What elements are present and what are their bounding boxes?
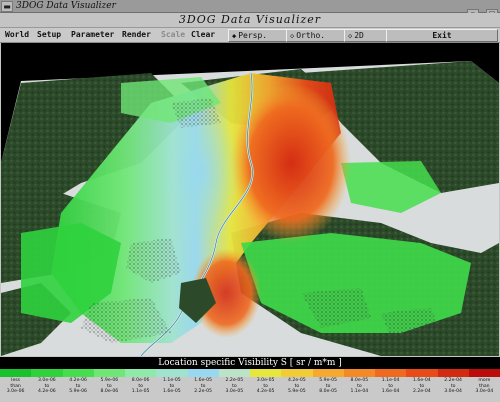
legend-range-text: 2.2e-04 xyxy=(413,389,431,395)
menu-bar: World Setup Parameter Render Scale Clear… xyxy=(0,28,500,43)
legend-range-label: 3.0e-05 to 4.2e-05 xyxy=(250,377,281,402)
legend-range-label: 1.1e-05 to 1.6e-05 xyxy=(156,377,187,402)
legend-swatch xyxy=(218,369,250,377)
legend-range-text: 3.0e-04 xyxy=(444,389,462,395)
legend-swatch xyxy=(375,369,407,377)
perspective-button[interactable]: ◆ Persp. xyxy=(228,29,288,42)
legend-swatch xyxy=(343,369,375,377)
legend-range-text: 8.0e-05 xyxy=(319,389,337,395)
legend-swatch xyxy=(406,369,438,377)
legend-swatch xyxy=(281,369,313,377)
orthographic-button[interactable]: ◇ Ortho. xyxy=(286,29,346,42)
view-2d-label: 2D xyxy=(354,31,364,40)
legend-range-label: 2.2e-04 to 3.0e-04 xyxy=(438,377,469,402)
window-title: 3DOG Data Visualizer xyxy=(16,1,116,11)
legend-range-label: 1.6e-04 to 2.2e-04 xyxy=(406,377,437,402)
legend-swatch xyxy=(187,369,219,377)
legend-range-text: 5.9e-06 xyxy=(69,389,87,395)
radio-unselected-icon: ◇ xyxy=(348,32,353,40)
legend-swatch xyxy=(156,369,188,377)
legend-range-text: 4.2e-06 xyxy=(38,389,56,395)
3d-terrain-viewport[interactable] xyxy=(1,43,499,356)
legend-swatch xyxy=(437,369,469,377)
terrain-render xyxy=(1,43,499,356)
menu-world[interactable]: World xyxy=(5,28,29,42)
legend-swatch xyxy=(31,369,63,377)
legend-range-label: 3.0e-06 to 4.2e-06 xyxy=(31,377,62,402)
legend-range-label: 8.0e-05 to 1.1e-04 xyxy=(344,377,375,402)
legend-range-text: 3.0e-06 xyxy=(6,389,25,395)
legend-range-label: 4.2e-05 to 5.9e-05 xyxy=(281,377,312,402)
legend-swatch xyxy=(125,369,157,377)
legend-range-label: 1.1e-04 to 1.6e-04 xyxy=(375,377,406,402)
legend-range-label: 4.2e-06 to 5.9e-06 xyxy=(63,377,94,402)
menu-render[interactable]: Render xyxy=(122,28,151,42)
legend-range-text: 1.6e-05 xyxy=(163,389,181,395)
legend-range-label: 1.6e-05 to 2.2e-05 xyxy=(188,377,219,402)
legend-range-text: 3.0e-05 xyxy=(225,389,244,395)
app-title: 3DOG Data Visualizer xyxy=(0,13,500,28)
color-legend: Location specific Visibility S [ sr / m*… xyxy=(0,357,500,402)
window-titlebar[interactable]: ▬ 3DOG Data Visualizer ▫ □ xyxy=(0,0,500,19)
legend-range-text: 4.2e-05 xyxy=(256,389,275,395)
legend-range-text: 1.1e-05 xyxy=(131,389,150,395)
menu-clear[interactable]: Clear xyxy=(191,28,215,42)
legend-range-label: less than 3.0e-06 xyxy=(0,377,31,402)
legend-range-text: 5.9e-05 xyxy=(288,389,306,395)
legend-range-label: more than 3.0e-04 xyxy=(469,377,500,402)
legend-labels: less than 3.0e-06 3.0e-06 to 4.2e-06 4.2e-06 to… xyxy=(0,377,500,402)
legend-swatch xyxy=(93,369,125,377)
legend-range-text: 1.1e-04 xyxy=(350,389,369,395)
legend-swatch xyxy=(312,369,344,377)
menu-setup[interactable]: Setup xyxy=(37,28,61,42)
legend-swatch xyxy=(62,369,94,377)
system-menu-icon[interactable]: ▬ xyxy=(1,1,13,12)
legend-swatches xyxy=(0,369,500,377)
legend-swatch xyxy=(250,369,282,377)
legend-swatch xyxy=(468,369,500,377)
menu-scale: Scale xyxy=(161,30,186,39)
menu-parameter[interactable]: Parameter xyxy=(71,28,114,42)
legend-range-text: 3.0e-04 xyxy=(475,389,494,395)
legend-swatch xyxy=(0,369,32,377)
legend-range-label: 5.9e-06 to 8.0e-06 xyxy=(94,377,125,402)
legend-range-text: 8.0e-06 xyxy=(100,389,119,395)
legend-range-label: 8.0e-06 to 1.1e-05 xyxy=(125,377,156,402)
legend-range-text: 2.2e-05 xyxy=(194,389,212,395)
exit-button[interactable]: Exit xyxy=(386,29,498,42)
view-2d-button[interactable]: ◇ 2D xyxy=(344,29,387,42)
perspective-label: Persp. xyxy=(238,31,268,40)
orthographic-label: Ortho. xyxy=(296,31,326,40)
legend-range-text: 1.6e-04 xyxy=(381,389,400,395)
legend-title: Location specific Visibility S [ sr / m*… xyxy=(0,357,500,369)
app-window: ▬ 3DOG Data Visualizer ▫ □ 3DOG Data Vis… xyxy=(0,0,500,402)
radio-unselected-icon: ◇ xyxy=(290,32,295,40)
legend-range-label: 2.2e-05 to 3.0e-05 xyxy=(219,377,250,402)
legend-range-label: 5.9e-05 to 8.0e-05 xyxy=(313,377,344,402)
radio-selected-icon: ◆ xyxy=(232,32,237,40)
